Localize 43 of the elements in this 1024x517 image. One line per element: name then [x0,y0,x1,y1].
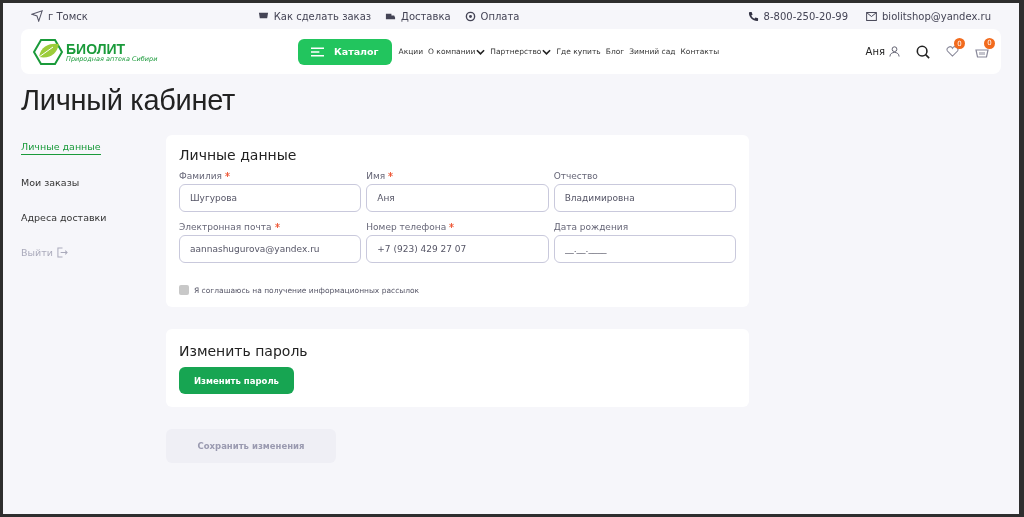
search-icon[interactable] [916,44,930,59]
heart-icon[interactable] [946,46,959,57]
field-label: Номер телефона [366,222,447,232]
coin-icon [464,10,476,22]
card-title: Личные данные [179,147,298,163]
logout-icon [56,247,68,258]
sidebar-link[interactable]: Личные данные [21,141,101,155]
info-link[interactable]: Как сделать заказ [257,10,372,22]
field-label: Фамилия [179,171,222,181]
field-label: Электронная почта [179,222,272,232]
input-field[interactable]: aannashugurova@yandex.ru [179,235,362,263]
phone-link[interactable]: 8-800-250-20-99 [747,10,848,22]
envelope-icon [866,11,877,21]
card-title: Изменить пароль [179,343,309,359]
info-link[interactable]: Доставка [385,10,451,22]
sidebar-link[interactable]: Мои заказы [21,177,80,190]
leaf-logo-icon [33,38,63,65]
logo-name[interactable]: БИОЛИТ [66,41,158,57]
info-link[interactable]: Оплата [464,10,520,22]
input-field[interactable]: Аня [366,184,549,212]
input-field[interactable]: __.__.____ [553,235,736,263]
required-asterisk-icon [224,172,230,177]
input-field[interactable]: Шугурова [179,184,362,212]
phone-icon [747,10,759,22]
email-link[interactable]: biolitshop@yandex.ru [866,10,991,22]
checkbox[interactable] [179,285,189,295]
sidebar-link[interactable]: Адреса доставки [21,212,107,225]
field-label: Имя [366,171,386,181]
user-icon [889,46,900,57]
input-field[interactable]: Владимировна [553,184,736,212]
required-asterisk-icon [449,223,455,228]
required-asterisk-icon [388,172,394,177]
field-label: Дата рождения [553,222,629,232]
required-asterisk-icon [274,223,280,228]
chevron-down-icon [542,48,552,55]
user-link[interactable]: Аня [865,46,900,57]
chevron-down-icon [476,48,486,55]
page-title: Личный кабинет [21,84,236,117]
menu-icon [311,46,324,57]
input-field[interactable]: +7 (923) 429 27 07 [366,235,549,263]
city-link[interactable]: г Томск [31,10,88,22]
location-arrow-icon [31,10,43,22]
field-label: Отчество [553,171,598,181]
